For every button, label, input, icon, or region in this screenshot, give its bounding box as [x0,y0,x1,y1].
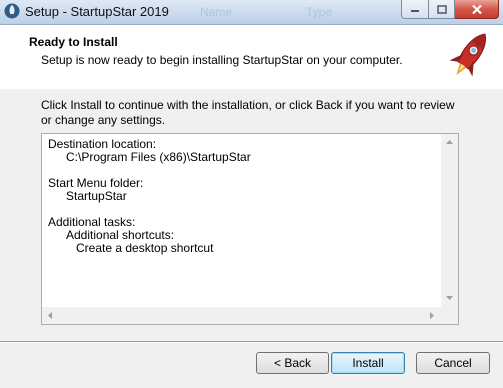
rocket-app-icon [4,3,20,19]
title-bar[interactable]: Setup - StartupStar 2019 Name Type [0,0,503,25]
scroll-left-icon[interactable] [48,312,52,319]
minimize-icon [411,10,419,12]
maximize-button[interactable] [429,0,455,19]
horizontal-scrollbar[interactable] [42,307,441,324]
destination-value: C:\Program Files (x86)\StartupStar [66,150,251,164]
back-button[interactable]: < Back [256,352,329,374]
wizard-header: Ready to Install Setup is now ready to b… [0,25,503,89]
background-column-name: Name [200,5,233,19]
footer-divider-highlight [0,342,503,343]
scrollbar-corner [441,307,458,324]
instruction-text: Click Install to continue with the insta… [41,98,455,127]
header-divider [0,88,503,89]
scroll-right-icon[interactable] [430,312,434,319]
desktop-shortcut-item: Create a desktop shortcut [76,241,214,255]
maximize-icon [436,4,447,14]
window-title: Setup - StartupStar 2019 [25,4,169,19]
page-subtitle: Setup is now ready to begin installing S… [41,53,403,67]
start-menu-value: StartupStar [66,189,127,203]
page-title: Ready to Install [29,35,118,49]
install-button[interactable]: Install [331,352,405,374]
scroll-down-icon[interactable] [446,296,453,300]
minimize-button[interactable] [401,0,429,19]
background-column-type: Type [306,5,333,19]
vertical-scrollbar[interactable] [441,134,458,308]
scroll-up-icon[interactable] [446,140,453,144]
install-summary-memo[interactable]: Destination location: C:\Program Files (… [41,133,459,325]
rocket-logo-icon [449,33,487,77]
cancel-button[interactable]: Cancel [416,352,490,374]
summary-content: Destination location: C:\Program Files (… [48,138,251,255]
close-button[interactable] [455,0,499,19]
close-icon [471,4,482,14]
